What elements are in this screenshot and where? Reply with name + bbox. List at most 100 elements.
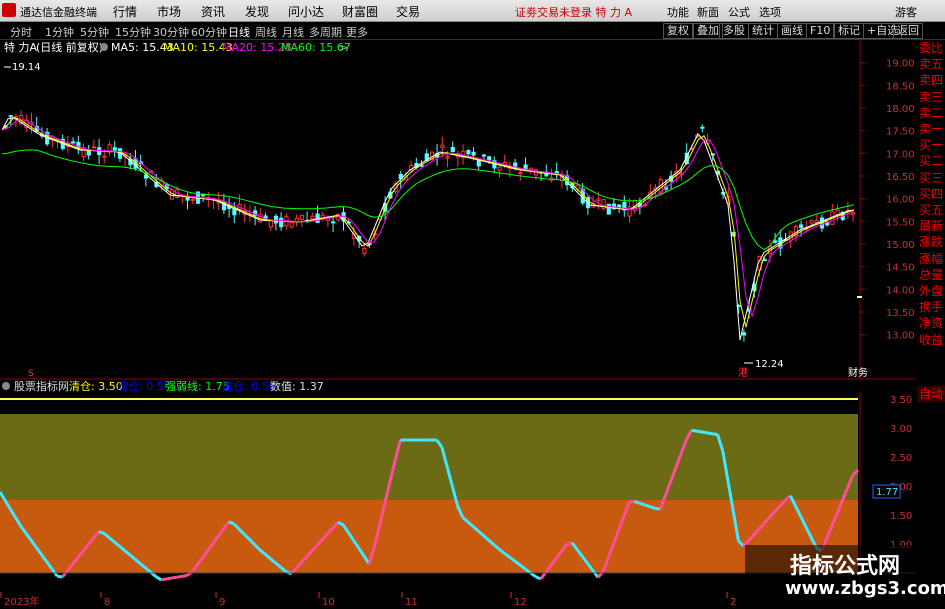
menu-function[interactable]: 功能 bbox=[667, 4, 689, 20]
menu-formula[interactable]: 公式 bbox=[728, 4, 750, 20]
indicator-header: 股票指标网 清仓: 3.50 增仓: 0.50 强弱线: 1.75 建仓: 0.… bbox=[2, 380, 324, 393]
quote-field-9: 买四 bbox=[918, 186, 943, 201]
price-label: 15.00 bbox=[886, 240, 915, 251]
menu-xiaoda[interactable]: 问小达 bbox=[288, 3, 324, 20]
candle-body bbox=[471, 151, 476, 156]
candle-body bbox=[169, 189, 175, 200]
menu-market[interactable]: 市场 bbox=[157, 3, 181, 20]
menu-discover[interactable]: 发现 bbox=[245, 3, 269, 20]
candle-body bbox=[481, 154, 487, 157]
price-label: 16.00 bbox=[886, 195, 915, 206]
weak-zone bbox=[0, 500, 858, 573]
candle-body bbox=[190, 198, 195, 201]
adjust-button[interactable]: 复权 bbox=[663, 23, 693, 39]
indicator-segment bbox=[644, 503, 651, 509]
quote-field-6: 买一 bbox=[918, 138, 943, 153]
candle-body bbox=[814, 220, 819, 223]
menu-news[interactable]: 资讯 bbox=[201, 3, 225, 20]
tab-5min[interactable]: 5分钟 bbox=[80, 24, 109, 40]
candle-body bbox=[809, 220, 814, 224]
candle-body bbox=[762, 259, 767, 262]
indicator-segment bbox=[160, 577, 167, 582]
param-strength: 强弱线: 1.75 bbox=[165, 380, 230, 393]
candle-body bbox=[273, 215, 279, 224]
tab-multi-period[interactable]: 多周期 bbox=[309, 24, 342, 40]
high-price-marker: 19.14 bbox=[12, 62, 41, 73]
candle-body bbox=[528, 167, 533, 171]
kline-chart[interactable]: 19.00 18.50 18.00 17.50 17.00 16.50 16.00 15.50… bbox=[0, 40, 915, 380]
tab-daily[interactable]: 日线 bbox=[228, 24, 250, 40]
indicator-settings-icon[interactable] bbox=[2, 382, 10, 390]
date-axis: 2023年 8 9 10 11 12 2 bbox=[0, 592, 760, 609]
auto-button[interactable]: 自动 bbox=[917, 386, 945, 402]
ma-settings-icon[interactable] bbox=[100, 43, 108, 51]
watermark-url: www.zbgs3.com bbox=[785, 578, 945, 599]
tab-more[interactable]: 更多 bbox=[346, 24, 368, 40]
candle-body bbox=[279, 217, 284, 228]
date-label: 10 bbox=[322, 597, 335, 608]
indicator-name: 股票指标网 bbox=[14, 380, 69, 393]
date-label: 2023年 bbox=[4, 595, 39, 608]
date-labels: 2023年 8 9 10 11 12 2 bbox=[0, 592, 736, 608]
menu-options[interactable]: 选项 bbox=[759, 4, 781, 20]
quote-field-14: 总量 bbox=[918, 267, 943, 282]
multi-stock-button[interactable]: 多股 bbox=[719, 23, 749, 39]
quote-field-2: 卖四 bbox=[918, 73, 943, 88]
price-axis: 19.00 18.50 18.00 17.50 17.00 16.50 16.00 15.50… bbox=[860, 59, 915, 342]
login-notice: 证劵交易未登录 特 力 A bbox=[515, 6, 633, 19]
indicator-segment bbox=[98, 530, 105, 535]
date-label: 8 bbox=[104, 597, 110, 608]
candle-body bbox=[91, 146, 97, 149]
mark-button[interactable]: 标记 bbox=[834, 23, 864, 39]
tab-weekly[interactable]: 周线 bbox=[255, 24, 277, 40]
indicator-axis-label: 2.50 bbox=[890, 453, 912, 464]
param-value: 数值: 1.37 bbox=[270, 380, 324, 393]
candle-body bbox=[310, 215, 315, 220]
price-label: 19.00 bbox=[886, 59, 915, 70]
more-arrow-icon[interactable]: > bbox=[339, 41, 348, 54]
candle-body bbox=[289, 221, 294, 228]
hk-marker[interactable]: 港 bbox=[738, 367, 748, 379]
menu-guest[interactable]: 游客 bbox=[895, 4, 917, 20]
candle-body bbox=[268, 220, 273, 228]
candle-body bbox=[835, 209, 840, 215]
tab-timeshare[interactable]: 分时 bbox=[10, 24, 32, 40]
tab-monthly[interactable]: 月线 bbox=[282, 24, 304, 40]
quote-field-10: 买五 bbox=[918, 203, 943, 218]
menu-quotes[interactable]: 行情 bbox=[113, 3, 137, 20]
menu-trade[interactable]: 交易 bbox=[396, 3, 420, 20]
draw-button[interactable]: 画线 bbox=[777, 23, 807, 39]
price-label: 16.50 bbox=[886, 172, 915, 183]
price-label: 17.50 bbox=[886, 127, 915, 138]
candle-body bbox=[554, 171, 559, 174]
quote-field-17: 净资 bbox=[918, 316, 943, 331]
indicator-segment bbox=[228, 520, 235, 526]
back-button[interactable]: 返回 bbox=[893, 23, 923, 39]
price-label: 18.50 bbox=[886, 81, 915, 92]
menu-wealth[interactable]: 财富圈 bbox=[342, 3, 378, 20]
quote-field-16: 换手 bbox=[918, 300, 943, 315]
indicator-segment bbox=[696, 429, 703, 434]
menu-new-page[interactable]: 新面 bbox=[697, 4, 719, 20]
date-label: 12 bbox=[514, 597, 527, 608]
candle-body bbox=[596, 198, 601, 202]
candle-body bbox=[497, 166, 502, 171]
date-label: 11 bbox=[405, 597, 418, 608]
quote-panel: 委比 卖五 卖四 卖三 卖二 卖一 买一 买二 买三 买四 买五 最新 涨跌 涨幅 总量 外盘 换手 净资 收益 bbox=[917, 40, 945, 410]
tab-30min[interactable]: 30分钟 bbox=[153, 24, 189, 40]
finance-marker[interactable]: 财务 bbox=[848, 366, 868, 379]
tab-60min[interactable]: 60分钟 bbox=[191, 24, 227, 40]
quote-field-13: 涨幅 bbox=[918, 251, 943, 266]
quote-field-7: 买二 bbox=[918, 154, 943, 169]
candle-body bbox=[8, 115, 13, 118]
candle-body bbox=[741, 332, 747, 336]
price-label: 13.50 bbox=[886, 308, 915, 319]
indicator-segment bbox=[629, 499, 635, 504]
f10-button[interactable]: F10 bbox=[806, 23, 835, 39]
candle-body bbox=[487, 156, 492, 161]
date-label: 2 bbox=[730, 597, 736, 608]
tab-15min[interactable]: 15分钟 bbox=[115, 24, 151, 40]
quote-field-11: 最新 bbox=[918, 219, 943, 234]
stats-button[interactable]: 统计 bbox=[748, 23, 778, 39]
tab-1min[interactable]: 1分钟 bbox=[45, 24, 74, 40]
